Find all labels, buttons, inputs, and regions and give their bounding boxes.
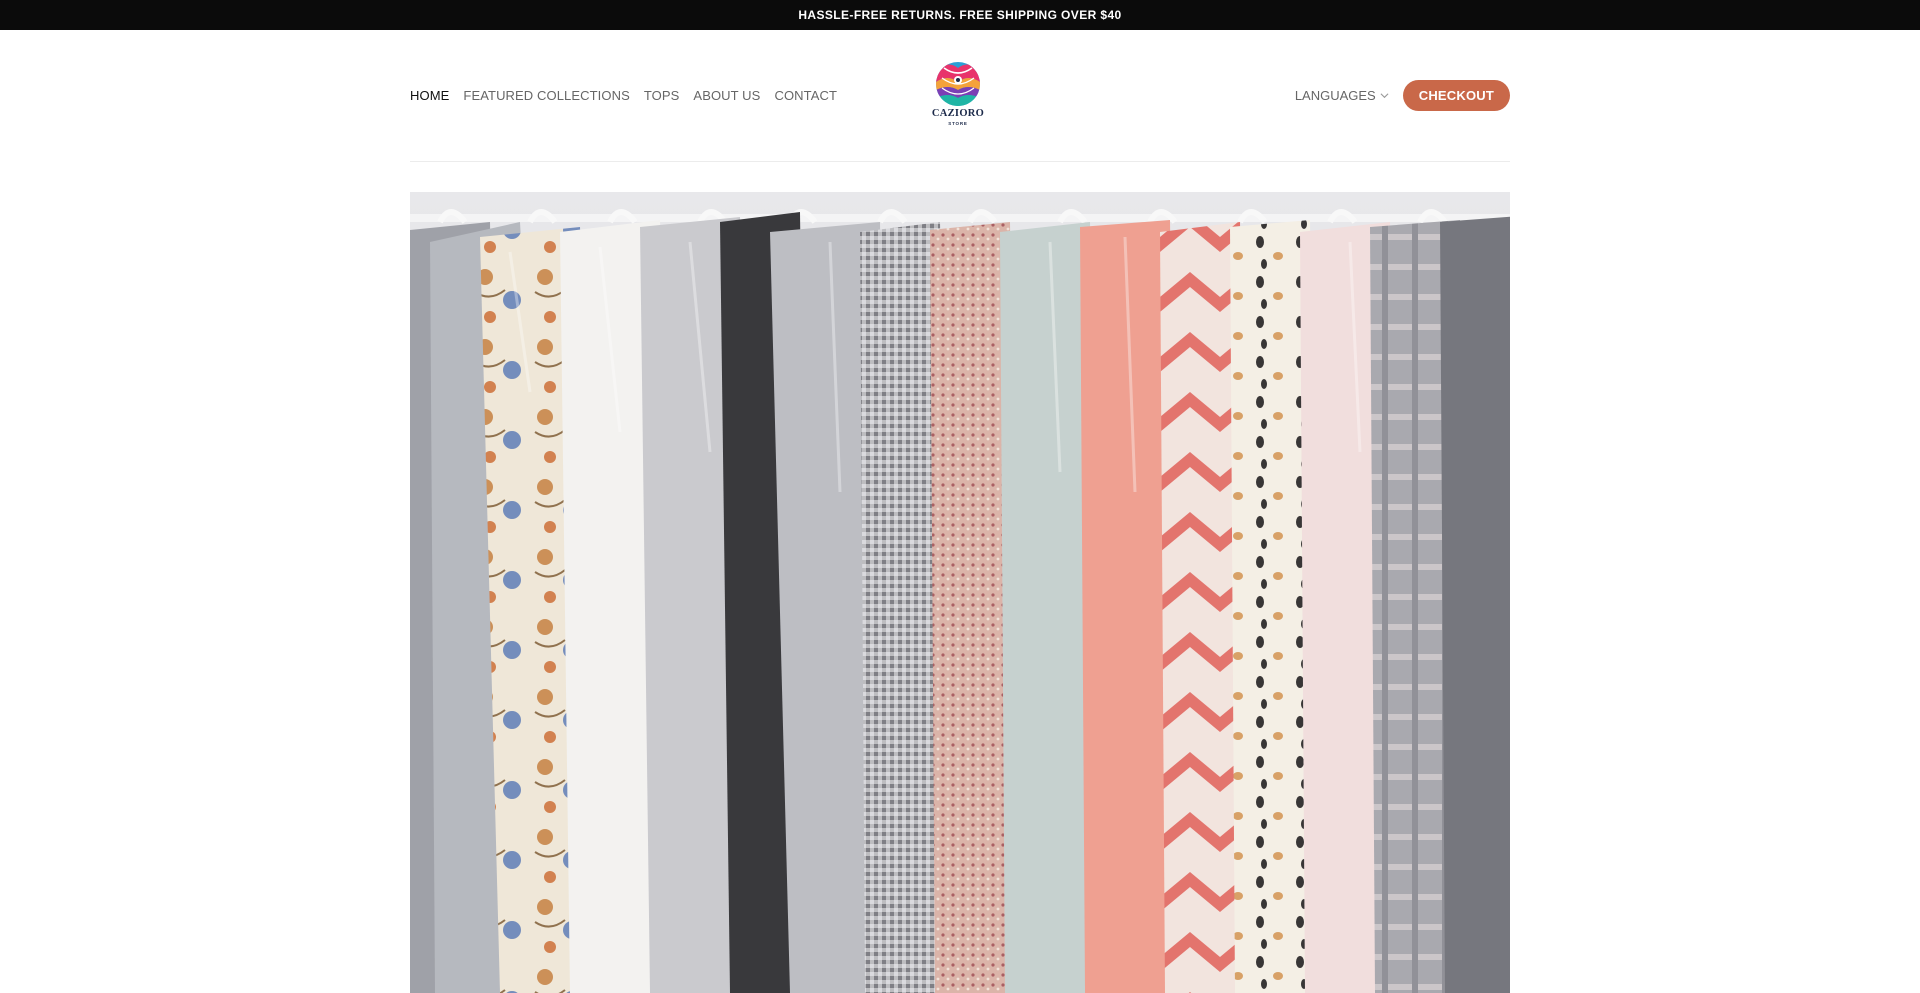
- main-nav: HOME FEATURED COLLECTIONS TOPS ABOUT US …: [410, 88, 837, 103]
- logo-subtitle: STORE: [948, 121, 968, 126]
- clothes-rack-photo: [410, 192, 1510, 993]
- header-actions: LANGUAGES CHECKOUT: [1295, 80, 1510, 111]
- nav-item-featured-collections[interactable]: FEATURED COLLECTIONS: [463, 88, 629, 103]
- languages-label: LANGUAGES: [1294, 88, 1376, 103]
- chevron-down-icon: [1380, 93, 1389, 99]
- announcement-bar: HASSLE-FREE RETURNS. FREE SHIPPING OVER …: [0, 0, 1920, 30]
- announcement-text: HASSLE-FREE RETURNS. FREE SHIPPING OVER …: [798, 8, 1122, 22]
- logo-emblem-icon: [936, 62, 980, 106]
- nav-item-contact[interactable]: CONTACT: [774, 88, 837, 103]
- nav-item-tops[interactable]: TOPS: [644, 88, 680, 103]
- nav-item-home[interactable]: HOME: [410, 88, 449, 103]
- checkout-button[interactable]: CHECKOUT: [1402, 80, 1510, 111]
- store-logo[interactable]: CAZIORO STORE: [918, 60, 998, 132]
- languages-dropdown[interactable]: LANGUAGES: [1295, 88, 1389, 103]
- site-header: HOME FEATURED COLLECTIONS TOPS ABOUT US …: [410, 30, 1510, 162]
- hero-image: [410, 192, 1510, 993]
- logo-name: CAZIORO: [931, 108, 985, 119]
- nav-item-about-us[interactable]: ABOUT US: [693, 88, 760, 103]
